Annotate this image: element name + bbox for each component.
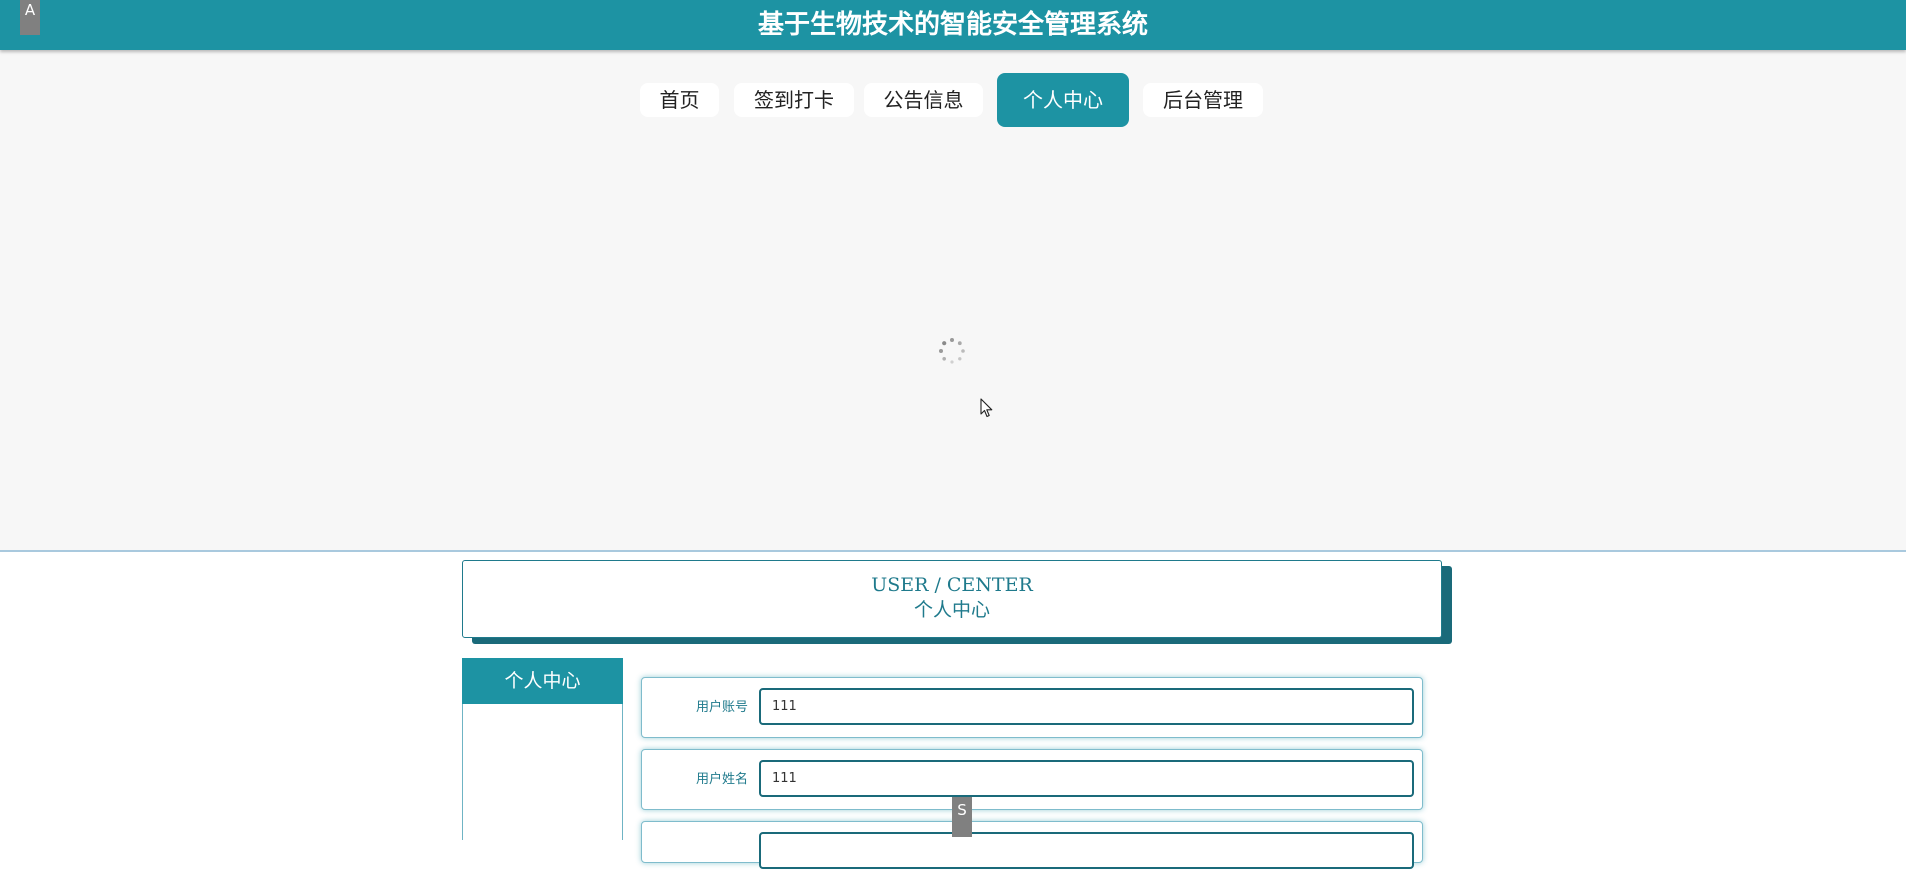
side-menu-item-user-center[interactable]: 个人中心 <box>462 658 623 704</box>
nav-item-user-center[interactable]: 个人中心 <box>997 73 1129 127</box>
section-title-box: USER / CENTER 个人中心 <box>462 560 1442 638</box>
page-header: 基于生物技术的智能安全管理系统 <box>0 0 1906 50</box>
name-input[interactable] <box>759 760 1414 797</box>
corner-badge-s: S <box>952 797 972 837</box>
nav-area: 首页 签到打卡 公告信息 个人中心 后台管理 <box>0 50 1906 150</box>
form-row-partial <box>641 821 1423 869</box>
nav-item-admin[interactable]: 后台管理 <box>1143 83 1263 117</box>
side-menu: 个人中心 <box>462 658 623 840</box>
form-row-account: 用户账号 <box>641 677 1423 738</box>
corner-badge-a: A <box>20 0 40 35</box>
account-label: 用户账号 <box>695 700 748 715</box>
mouse-pointer-icon <box>980 398 993 418</box>
system-title: 基于生物技术的智能安全管理系统 <box>757 10 1148 40</box>
section-title-en: USER / CENTER <box>871 574 1033 596</box>
name-label: 用户姓名 <box>695 772 748 787</box>
main-nav: 首页 签到打卡 公告信息 个人中心 后台管理 <box>0 50 1906 150</box>
nav-item-announcements[interactable]: 公告信息 <box>864 83 983 117</box>
partial-label <box>642 822 748 881</box>
form-row-name: 用户姓名 <box>641 749 1423 810</box>
partial-input[interactable] <box>759 832 1414 869</box>
loading-spinner-icon <box>939 338 965 364</box>
account-input[interactable] <box>759 688 1414 725</box>
section-title-cn: 个人中心 <box>913 599 990 621</box>
nav-item-home[interactable]: 首页 <box>640 83 719 117</box>
nav-item-checkin[interactable]: 签到打卡 <box>734 83 854 117</box>
